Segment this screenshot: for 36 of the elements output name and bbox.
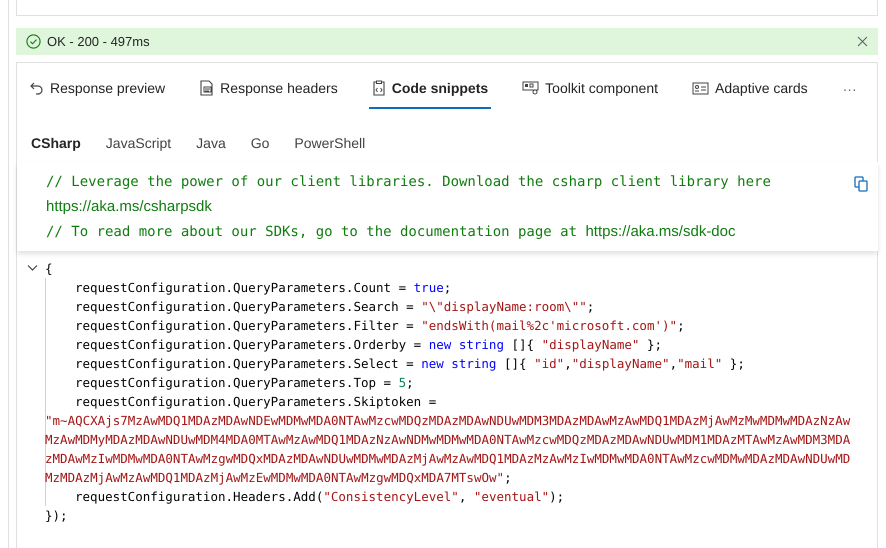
tab[interactable]: Response headers	[196, 69, 341, 109]
code-line: requestConfiguration.QueryParameters.Select = new string []{ "id","displayName","mail" };	[75, 355, 746, 373]
code-line: "m~AQCXAjs7MzAwMDQ1MDAzMDAwNDEwMDMwMDA0NTAwMzcwMDQzMDAzMDAwNDUwMDM3MDAzMDAwMzAwMDQ1MDAzMjAwMzMwMDMwMDAzNzAwMzAwMDMyMDAzMDAwNDUwMDM4MDA0MTAwMzAwMDQ1MDAzNzAwNDMwMDMwMDA0NTAwMzcwMDQzMDAzMDAwNDUwMDM1MDAzMTAwMzAwMDM3MDAzMDAwMzIwMDMwMDA0NTAwMzgwMDQxMDAzMDAwNDUwMDMwMDAzMjAwMzAwMDQ1MDAzMzAwMzIwMDMwMDA0NTAwMzcwMDMwMDAzMDAwNDUwMDMzMDAzMjAwMzAwMDQ1MDAzMjAwMzEwMDMwMDA0NTAwMzgwMDQxMDA7MTswOw";	[45, 412, 852, 487]
copy-icon[interactable]	[854, 176, 868, 192]
language-tab[interactable]: CSharp	[31, 132, 81, 154]
collapse-chevron-icon[interactable]	[27, 264, 38, 272]
tab[interactable]: Response preview	[27, 69, 168, 109]
status-text: OK - 200 - 497ms	[47, 32, 151, 51]
code-line: requestConfiguration.QueryParameters.Top = 5;	[75, 374, 415, 392]
code-line: requestConfiguration.QueryParameters.Filter = "endsWith(mail%2c'microsoft.com')";	[75, 317, 686, 335]
link[interactable]: https://aka.ms/sdk-doc	[585, 221, 736, 244]
check-circle-icon	[26, 34, 41, 49]
more-button[interactable]: ···	[838, 78, 861, 100]
document-icon	[199, 80, 214, 96]
code-line: {	[45, 260, 54, 278]
language-tab[interactable]: Go	[250, 132, 270, 154]
code-line: requestConfiguration.Headers.Add("ConsistencyLevel", "eventual");	[75, 488, 566, 506]
tab[interactable]: Adaptive cards	[689, 69, 811, 109]
undo-arrow-icon	[30, 81, 44, 95]
code-line: requestConfiguration.QueryParameters.Count = true;	[75, 279, 452, 297]
code-line: requestConfiguration.QueryParameters.Orderby = new string []{ "displayName" };	[75, 336, 664, 354]
language-tab[interactable]: JavaScript	[106, 132, 172, 154]
comment-text: // To read more about our SDKs, go to the documentation page at	[46, 223, 578, 242]
comment-text: // Leverage the power of our client libraries. Download the csharp client library here	[46, 173, 771, 192]
code-line: requestConfiguration.QueryParameters.Search = "\"displayName:room\"";	[75, 298, 596, 316]
id-card-icon	[692, 82, 710, 94]
close-icon[interactable]	[857, 36, 868, 47]
tab[interactable]: Toolkit component	[519, 69, 662, 109]
tab[interactable]: Code snippets	[368, 69, 492, 109]
code-line: requestConfiguration.QueryParameters.Skiptoken =	[75, 393, 438, 411]
language-tab[interactable]: Java	[196, 132, 226, 154]
code-line: });	[45, 507, 69, 525]
language-tab[interactable]: PowerShell	[294, 132, 366, 154]
clipboard-code-icon	[372, 80, 386, 96]
toolkit-icon	[522, 81, 540, 95]
link[interactable]: https://aka.ms/csharpsdk	[46, 196, 212, 219]
